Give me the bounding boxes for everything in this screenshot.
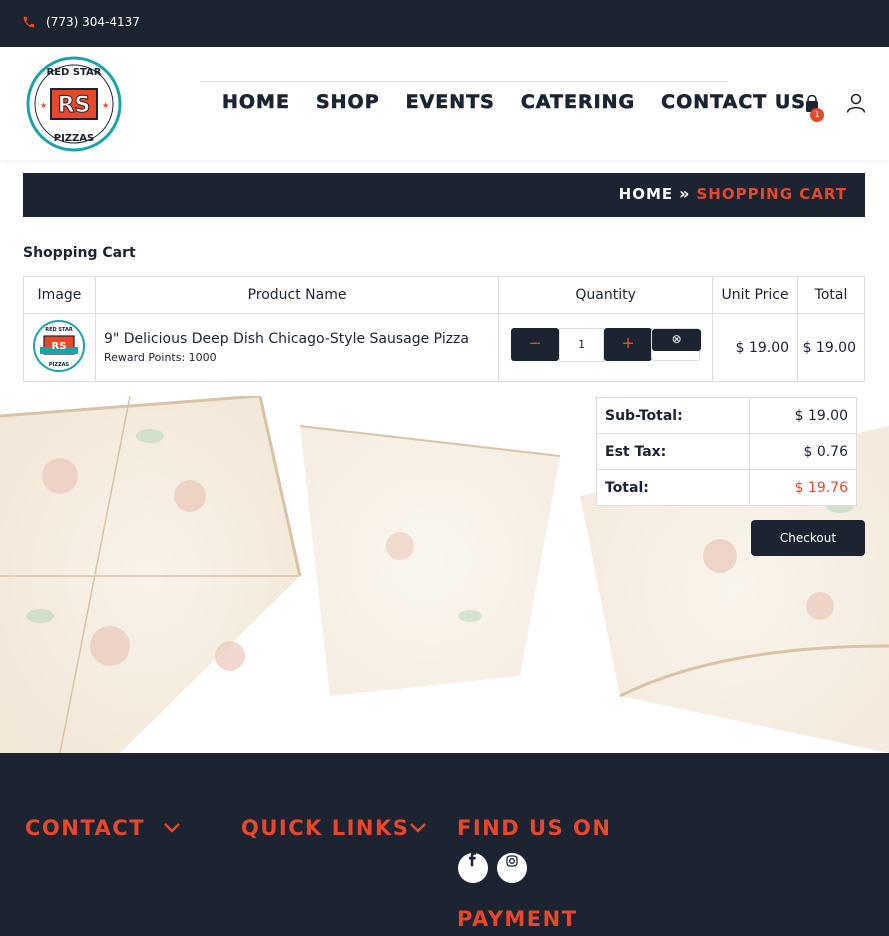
tax-value: $ 0.76 [749, 433, 857, 470]
footer-find-us-heading: FIND US ON [457, 816, 611, 840]
remove-icon: ⊗ [652, 328, 702, 351]
product-image-cell: RS RED STAR PIZZAS [23, 313, 96, 382]
col-quantity: Quantity [498, 276, 714, 314]
chevron-down-icon [164, 823, 180, 833]
product-thumbnail[interactable]: RS RED STAR PIZZAS [32, 319, 86, 373]
svg-text:★: ★ [102, 101, 109, 110]
site-footer: CONTACT QUICK LINKS FIND US ON PAYMENT [0, 753, 889, 936]
nav-shop[interactable]: SHOP [316, 91, 380, 114]
instagram-icon[interactable] [497, 853, 527, 883]
reward-points: Reward Points: 1000 [103, 351, 217, 364]
subtotal-row: Sub-Total: $ 19.00 [596, 397, 857, 434]
item-total-cell: $ 19.00 [797, 313, 865, 382]
col-total: Total [797, 276, 865, 314]
total-label: Total: [596, 469, 750, 506]
remove-item-button[interactable]: ⊗ [651, 327, 702, 361]
footer-payment-heading: PAYMENT [457, 907, 578, 931]
footer-quick-links-label: QUICK LINKS [241, 816, 410, 840]
top-bar: (773) 304-4137 [0, 0, 889, 47]
quantity-stepper: − + ⊗ [511, 327, 711, 368]
subtotal-value: $ 19.00 [749, 397, 857, 434]
nav-events[interactable]: EVENTS [405, 91, 495, 114]
col-product-name: Product Name [94, 276, 500, 314]
nav-home[interactable]: HOME [222, 91, 290, 114]
svg-text:RS: RS [58, 93, 91, 118]
product-name-cell: 9" Delicious Deep Dish Chicago-Style Sau… [94, 313, 500, 382]
order-totals-table: Sub-Total: $ 19.00 Est Tax: $ 0.76 Total… [596, 397, 857, 506]
footer-quick-links-heading[interactable]: QUICK LINKS [241, 816, 427, 840]
footer-payment-label: PAYMENT [457, 907, 578, 931]
total-value: $ 19.76 [749, 469, 857, 506]
cart-table: Image Product Name Quantity Unit Price T… [23, 276, 865, 382]
increase-quantity-button[interactable]: + [604, 327, 653, 361]
product-name-link[interactable]: 9" Delicious Deep Dish Chicago-Style Sau… [104, 331, 498, 347]
breadcrumb-separator-icon: » [679, 184, 691, 203]
tax-label: Est Tax: [596, 433, 750, 470]
quantity-input[interactable] [559, 327, 605, 362]
unit-price-cell: $ 19.00 [712, 313, 799, 382]
nav-catering[interactable]: CATERING [521, 91, 635, 114]
cart-header-row: Image Product Name Quantity Unit Price T… [23, 276, 865, 314]
footer-find-us-label: FIND US ON [457, 816, 612, 840]
cart-count-badge: 1 [810, 108, 824, 122]
svg-text:RED STAR: RED STAR [46, 327, 74, 333]
svg-text:★: ★ [40, 101, 47, 110]
quantity-cell: − + ⊗ [498, 313, 714, 382]
facebook-icon[interactable] [458, 852, 488, 883]
svg-text:RS: RS [52, 341, 67, 352]
breadcrumb-home[interactable]: HOME [619, 185, 673, 203]
decrease-quantity-button[interactable]: − [511, 327, 560, 361]
user-icon[interactable] [846, 93, 866, 113]
tax-row: Est Tax: $ 0.76 [596, 433, 857, 470]
total-row: Total: $ 19.76 [596, 469, 857, 506]
subtotal-label: Sub-Total: [596, 397, 750, 434]
phone-icon [23, 16, 35, 28]
col-unit-price: Unit Price [712, 276, 799, 314]
svg-text:PIZZAS: PIZZAS [54, 133, 95, 144]
nav-contact-us[interactable]: CONTACT US [661, 91, 806, 114]
svg-text:PIZZAS: PIZZAS [49, 362, 70, 368]
red-star-pizzas-logo[interactable]: RED STAR PIZZAS RS ★ ★ [26, 56, 122, 152]
phone-number: (773) 304-4137 [46, 15, 140, 29]
footer-contact-heading[interactable]: CONTACT [25, 816, 181, 840]
chevron-down-icon [410, 823, 427, 833]
breadcrumb-current: SHOPPING CART [696, 184, 847, 203]
breadcrumb: HOME » SHOPPING CART [23, 173, 865, 217]
cart-item-row: RS RED STAR PIZZAS 9" Delicious Deep Dis… [23, 313, 865, 382]
col-image: Image [23, 276, 96, 314]
main-nav: HOME SHOP EVENTS CATERING CONTACT US [222, 91, 832, 114]
nav-divider [200, 81, 728, 82]
phone-link[interactable]: (773) 304-4137 [22, 15, 140, 29]
page-title: Shopping Cart [23, 245, 136, 261]
checkout-button[interactable]: Checkout [751, 520, 865, 556]
site-header: RED STAR PIZZAS RS ★ ★ HOME SHOP EVENTS … [0, 47, 889, 160]
svg-text:RED STAR: RED STAR [47, 67, 102, 78]
footer-contact-label: CONTACT [25, 816, 146, 840]
